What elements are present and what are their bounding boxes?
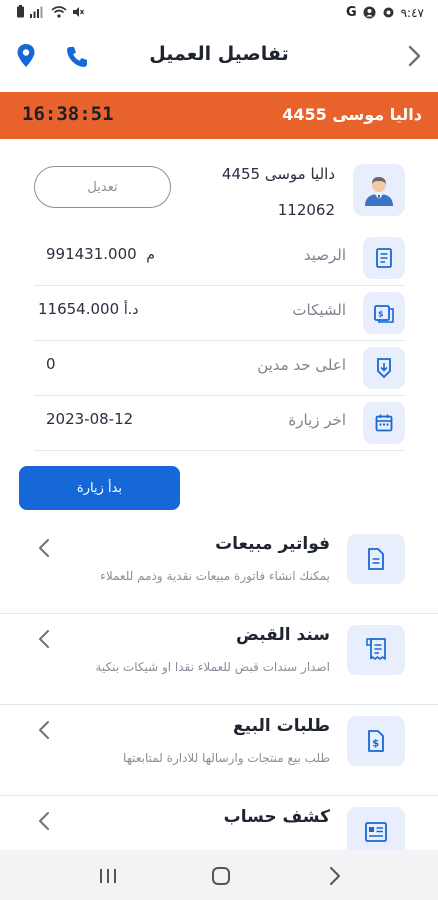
status-bar: G ٩:٤٧ bbox=[0, 0, 438, 26]
wifi-icon bbox=[51, 5, 67, 18]
document-icon bbox=[368, 548, 384, 570]
banner-customer-name: داليا موسى 4455 bbox=[282, 105, 422, 124]
balance-value: 991431.000 bbox=[46, 245, 137, 263]
account-icon bbox=[363, 6, 376, 19]
menu-item-title: فواتير مبيعات bbox=[215, 534, 330, 554]
status-icons-left bbox=[16, 5, 84, 18]
customer-details-card: داليا موسى 4455 112062 تعديل الرصيد 9914… bbox=[0, 139, 438, 857]
recent-apps-icon[interactable] bbox=[96, 864, 120, 888]
cheques-value: 11654.000 bbox=[38, 300, 120, 318]
page-title: تفاصيل العميل bbox=[149, 43, 289, 65]
menu-item-receipt-voucher[interactable]: سند القبض اصدار سندات قبض للعملاء نقدا ا… bbox=[0, 615, 438, 705]
menu-item-title: كشف حساب bbox=[223, 807, 330, 827]
menu-item-description: طلب بيع منتجات وارسالها للادارة لمتابعته… bbox=[123, 751, 330, 765]
info-row-balance: الرصيد 991431.000 م bbox=[34, 231, 405, 286]
info-value: د.أ 11654.000 bbox=[38, 300, 138, 318]
credit-icon-box bbox=[363, 347, 405, 389]
visit-timer: 16:38:51 bbox=[22, 103, 114, 125]
dollar-document-icon: $ bbox=[368, 730, 384, 752]
cheque-icon: $ bbox=[374, 305, 394, 323]
receipt-list-icon bbox=[376, 248, 392, 268]
customer-name: داليا موسى 4455 bbox=[221, 165, 335, 183]
menu-item-description: يمكنك انشاء فاتورة مبيعات نقدية وذمم للع… bbox=[100, 569, 330, 583]
info-row-cheques: $ الشيكات د.أ 11654.000 bbox=[34, 286, 405, 341]
menu-item-title: طلبات البيع bbox=[233, 716, 330, 736]
start-visit-button[interactable]: بدأ زيارة bbox=[19, 466, 180, 510]
menu-item-sales-orders[interactable]: طلبات البيع طلب بيع منتجات وارسالها للاد… bbox=[0, 706, 438, 796]
system-nav-bar bbox=[0, 850, 438, 900]
cheques-unit: د.أ bbox=[123, 302, 139, 318]
cheques-icon-box: $ bbox=[363, 292, 405, 334]
balance-unit: م bbox=[146, 247, 155, 263]
credit-limit-value: 0 bbox=[46, 355, 56, 373]
balance-icon-box bbox=[363, 237, 405, 279]
customer-code: 112062 bbox=[277, 201, 335, 219]
chevron-left-icon bbox=[39, 539, 49, 557]
chevron-left-icon bbox=[39, 721, 49, 739]
google-icon: G bbox=[345, 5, 357, 20]
status-time: ٩:٤٧ bbox=[400, 5, 424, 20]
menu-item-sales-invoices[interactable]: فواتير مبيعات يمكنك انشاء فاتورة مبيعات … bbox=[0, 524, 438, 614]
mute-icon bbox=[73, 6, 84, 17]
menu-icon-box bbox=[347, 534, 405, 584]
status-icons-right: G ٩:٤٧ bbox=[346, 5, 424, 20]
info-row-last-visit: اخر زيارة 2023-08-12 bbox=[34, 396, 405, 451]
calendar-icon-box bbox=[363, 402, 405, 444]
svg-text:$: $ bbox=[378, 310, 384, 319]
last-visit-value: 2023-08-12 bbox=[46, 410, 134, 428]
battery-icon bbox=[17, 5, 24, 18]
svg-text:$: $ bbox=[372, 739, 379, 750]
chevron-left-icon bbox=[39, 630, 49, 648]
menu-icon-box bbox=[347, 625, 405, 675]
visit-banner: 16:38:51 داليا موسى 4455 bbox=[0, 92, 438, 139]
receipt-icon bbox=[366, 638, 386, 660]
back-nav-icon[interactable] bbox=[322, 864, 346, 888]
app-bar: تفاصيل العميل bbox=[0, 26, 438, 90]
calendar-icon bbox=[375, 414, 393, 432]
statement-icon bbox=[365, 822, 387, 842]
back-chevron-icon[interactable] bbox=[402, 44, 426, 68]
info-label: الرصيد bbox=[303, 246, 346, 264]
menu-icon-box: $ bbox=[347, 716, 405, 766]
signal-icon bbox=[30, 6, 43, 18]
customer-avatar bbox=[353, 164, 405, 216]
info-label: اخر زيارة bbox=[288, 411, 346, 429]
info-row-credit-limit: اعلى حد مدين 0 bbox=[34, 341, 405, 396]
info-value: 991431.000 م bbox=[46, 245, 155, 263]
gear-icon bbox=[383, 7, 394, 18]
menu-item-title: سند القبض bbox=[236, 625, 330, 645]
menu-item-description: اصدار سندات قبض للعملاء نقدا او شيكات بن… bbox=[95, 660, 330, 674]
shield-download-icon bbox=[377, 358, 391, 379]
edit-button[interactable]: تعديل bbox=[34, 166, 171, 208]
info-label: اعلى حد مدين bbox=[257, 356, 346, 374]
info-label: الشيكات bbox=[292, 301, 346, 319]
home-icon[interactable] bbox=[209, 864, 233, 888]
person-avatar-icon bbox=[365, 177, 393, 206]
chevron-left-icon bbox=[39, 812, 49, 830]
